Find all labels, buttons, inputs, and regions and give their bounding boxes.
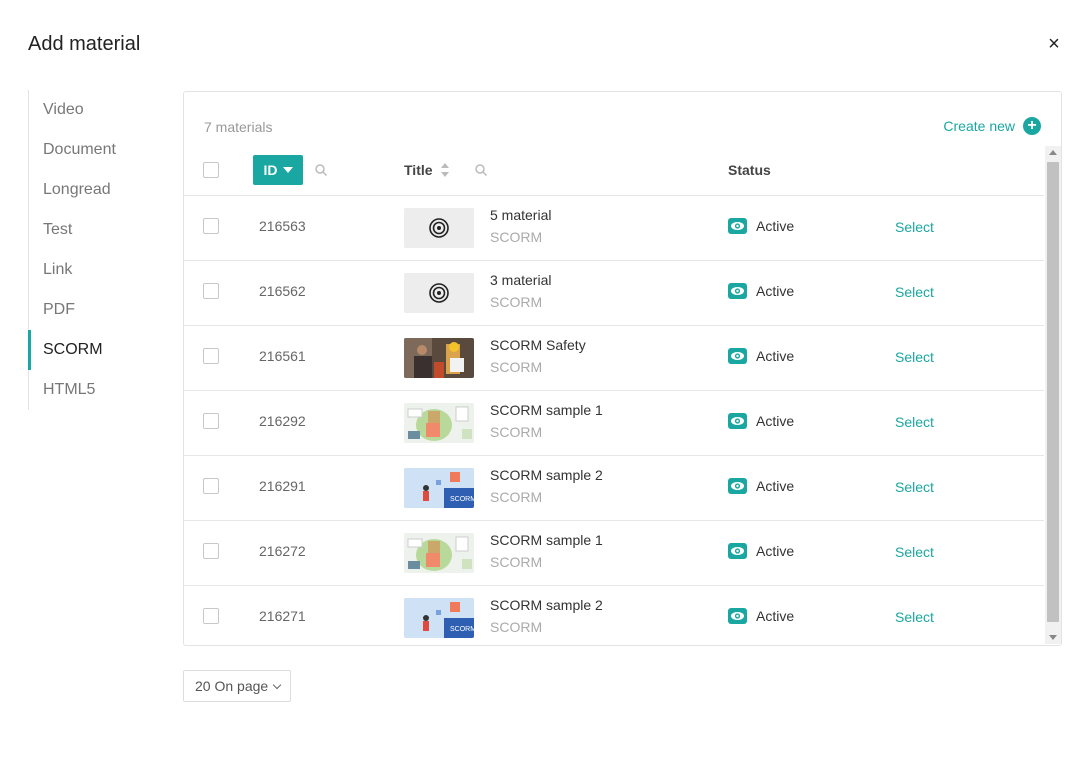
select-link[interactable]: Select bbox=[895, 609, 934, 625]
nav-item-video[interactable]: Video bbox=[29, 90, 158, 130]
sample1-illustration-thumbnail bbox=[404, 533, 474, 573]
row-id: 216562 bbox=[259, 283, 306, 299]
select-link[interactable]: Select bbox=[895, 414, 934, 430]
row-type: SCORM bbox=[490, 489, 543, 505]
select-link[interactable]: Select bbox=[895, 544, 934, 560]
table-header: ID Title Status bbox=[184, 150, 1044, 196]
row-status: Active bbox=[756, 413, 795, 429]
row-type: SCORM bbox=[490, 619, 543, 635]
eye-icon bbox=[728, 478, 747, 494]
nav-item-link[interactable]: Link bbox=[29, 250, 158, 290]
row-type: SCORM bbox=[490, 229, 543, 245]
target-thumbnail bbox=[404, 273, 474, 313]
table-row: 216292 SCORM sample 1 SCORM Active Selec… bbox=[184, 391, 1044, 456]
row-id: 216291 bbox=[259, 478, 306, 494]
table-row: 216562 3 material SCORM Active Select bbox=[184, 261, 1044, 326]
id-search-icon[interactable] bbox=[314, 163, 328, 177]
eye-icon bbox=[728, 348, 747, 364]
material-type-nav: Video Document Longread Test Link PDF SC… bbox=[28, 90, 158, 410]
nav-item-test[interactable]: Test bbox=[29, 210, 158, 250]
page-size-select[interactable]: 20 On page bbox=[183, 670, 291, 702]
page-size-label: 20 On page bbox=[195, 678, 269, 694]
create-new-label: Create new bbox=[943, 118, 1015, 134]
materials-panel: 7 materials Create new + ID Title Status… bbox=[183, 91, 1062, 646]
row-title: SCORM sample 1 bbox=[490, 532, 603, 548]
row-title: 3 material bbox=[490, 272, 552, 288]
row-status: Active bbox=[756, 608, 795, 624]
row-checkbox[interactable] bbox=[203, 543, 219, 559]
scrollbar-thumb[interactable] bbox=[1047, 162, 1059, 622]
scroll-up-arrow-icon[interactable] bbox=[1049, 150, 1057, 155]
row-type: SCORM bbox=[490, 294, 543, 310]
plus-circle-icon: + bbox=[1023, 117, 1041, 135]
safety-photo-thumbnail bbox=[404, 338, 474, 378]
select-link[interactable]: Select bbox=[895, 349, 934, 365]
nav-item-html5[interactable]: HTML5 bbox=[29, 370, 158, 410]
close-icon[interactable]: × bbox=[1044, 34, 1064, 54]
row-status: Active bbox=[756, 478, 795, 494]
target-thumbnail bbox=[404, 208, 474, 248]
nav-item-scorm[interactable]: SCORM bbox=[28, 330, 158, 370]
row-checkbox[interactable] bbox=[203, 218, 219, 234]
row-title: SCORM sample 2 bbox=[490, 597, 603, 613]
row-id: 216563 bbox=[259, 218, 306, 234]
row-id: 216271 bbox=[259, 608, 306, 624]
status-column-label: Status bbox=[728, 162, 771, 178]
dialog-title: Add material bbox=[28, 33, 141, 55]
row-status: Active bbox=[756, 218, 795, 234]
row-status: Active bbox=[756, 283, 795, 299]
eye-icon bbox=[728, 218, 747, 234]
id-sort-button[interactable]: ID bbox=[253, 155, 303, 185]
row-checkbox[interactable] bbox=[203, 283, 219, 299]
row-id: 216292 bbox=[259, 413, 306, 429]
select-all-checkbox[interactable] bbox=[203, 162, 219, 178]
sample1-illustration-thumbnail bbox=[404, 403, 474, 443]
scroll-down-arrow-icon[interactable] bbox=[1049, 635, 1057, 640]
table-row: 216271 SCORM SCORM sample 2 SCORM Active… bbox=[184, 586, 1044, 645]
row-status: Active bbox=[756, 348, 795, 364]
row-checkbox[interactable] bbox=[203, 413, 219, 429]
select-link[interactable]: Select bbox=[895, 219, 934, 235]
eye-icon bbox=[728, 608, 747, 624]
row-id: 216272 bbox=[259, 543, 306, 559]
row-type: SCORM bbox=[490, 554, 543, 570]
materials-count: 7 materials bbox=[204, 119, 273, 135]
title-column-label: Title bbox=[404, 162, 433, 178]
row-status: Active bbox=[756, 543, 795, 559]
caret-down-icon bbox=[282, 167, 293, 173]
row-title: SCORM sample 1 bbox=[490, 402, 603, 418]
row-type: SCORM bbox=[490, 359, 543, 375]
row-checkbox[interactable] bbox=[203, 608, 219, 624]
select-link[interactable]: Select bbox=[895, 284, 934, 300]
row-id: 216561 bbox=[259, 348, 306, 364]
chevron-down-icon bbox=[272, 680, 282, 689]
create-new-button[interactable]: Create new + bbox=[943, 117, 1041, 135]
eye-icon bbox=[728, 283, 747, 299]
sample2-illustration-thumbnail: SCORM bbox=[404, 598, 474, 638]
select-link[interactable]: Select bbox=[895, 479, 934, 495]
nav-item-longread[interactable]: Longread bbox=[29, 170, 158, 210]
row-title: SCORM Safety bbox=[490, 337, 586, 353]
sample2-illustration-thumbnail: SCORM bbox=[404, 468, 474, 508]
nav-item-document[interactable]: Document bbox=[29, 130, 158, 170]
svg-text:SCORM: SCORM bbox=[450, 496, 474, 503]
sort-arrows-icon[interactable] bbox=[440, 162, 450, 178]
nav-item-pdf[interactable]: PDF bbox=[29, 290, 158, 330]
eye-icon bbox=[728, 413, 747, 429]
table-scrollbar[interactable] bbox=[1045, 146, 1061, 644]
title-search-icon[interactable] bbox=[474, 163, 488, 177]
id-column-label: ID bbox=[263, 162, 278, 178]
row-title: SCORM sample 2 bbox=[490, 467, 603, 483]
table-row: 216563 5 material SCORM Active Select bbox=[184, 196, 1044, 261]
table-row: 216272 SCORM sample 1 SCORM Active Selec… bbox=[184, 521, 1044, 586]
table-row: 216291 SCORM SCORM sample 2 SCORM Active… bbox=[184, 456, 1044, 521]
eye-icon bbox=[728, 543, 747, 559]
table-row: 216561 SCORM Safety SCORM Active Select bbox=[184, 326, 1044, 391]
row-checkbox[interactable] bbox=[203, 478, 219, 494]
row-checkbox[interactable] bbox=[203, 348, 219, 364]
row-title: 5 material bbox=[490, 207, 552, 223]
row-type: SCORM bbox=[490, 424, 543, 440]
svg-text:SCORM: SCORM bbox=[450, 626, 474, 633]
